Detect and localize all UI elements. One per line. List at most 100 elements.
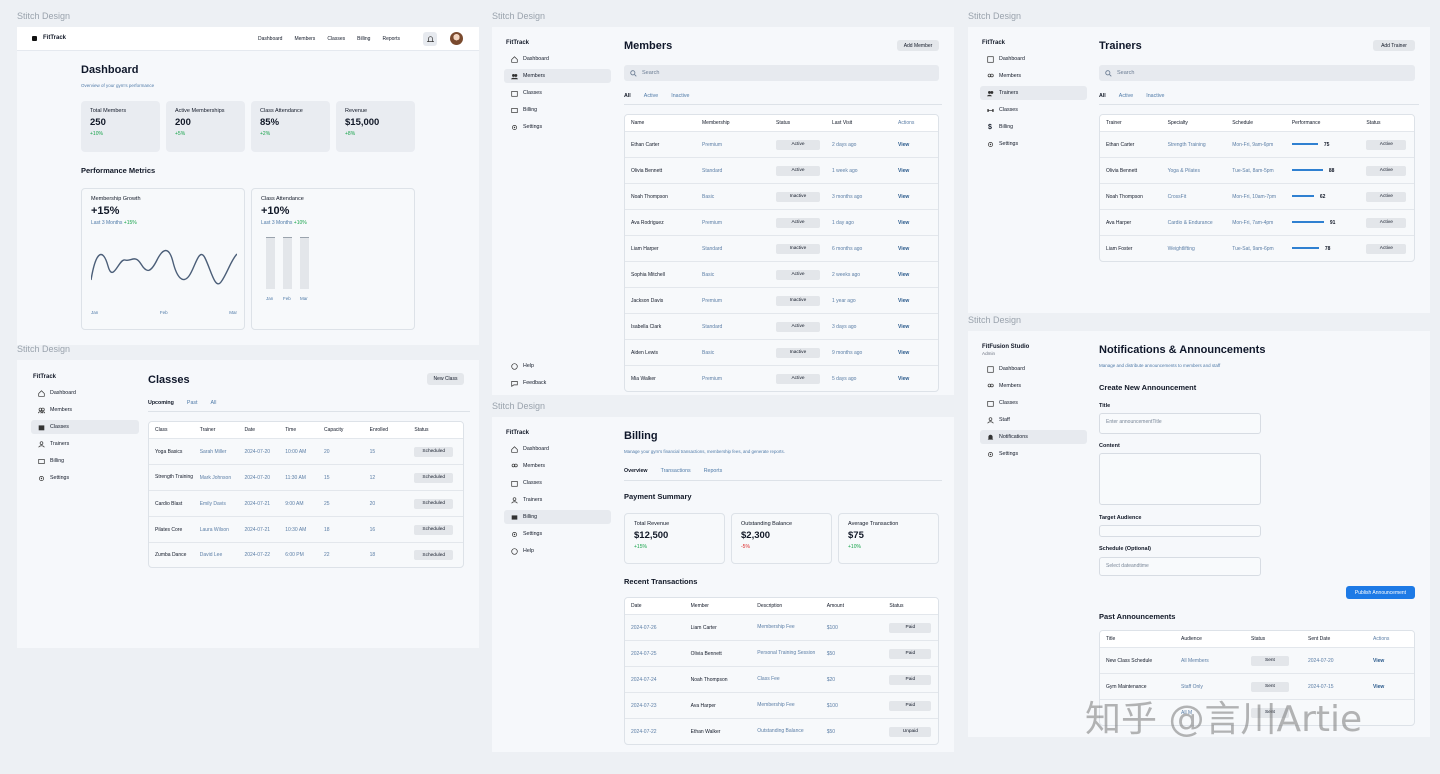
- view-link[interactable]: View: [892, 350, 937, 356]
- table-row[interactable]: Olivia Bennett Yoga & Pilates Tue-Sat, 8am…: [1100, 157, 1414, 183]
- view-link[interactable]: View: [892, 194, 937, 200]
- performance-bar: [1291, 143, 1318, 146]
- nav-billing[interactable]: Billing: [357, 36, 370, 42]
- view-link[interactable]: View: [892, 376, 937, 382]
- sidebar-item-trainers[interactable]: Trainers: [31, 437, 139, 451]
- nav-dashboard[interactable]: Dashboard: [258, 36, 282, 42]
- tab-inactive[interactable]: Inactive: [1146, 93, 1164, 99]
- view-link[interactable]: View: [892, 168, 937, 174]
- table-row[interactable]: Olivia Bennett Standard Active 1 week ago Vi…: [625, 157, 938, 183]
- table-row[interactable]: Mia Walker Premium Active 5 days ago View: [625, 365, 938, 391]
- sidebar-item-classes[interactable]: Classes: [504, 86, 611, 100]
- tab-reports[interactable]: Reports: [704, 468, 723, 474]
- sidebar-item-billing[interactable]: $ Billing: [980, 120, 1087, 134]
- sidebar-item-help[interactable]: Help: [504, 544, 611, 558]
- sidebar-item-billing[interactable]: Billing: [31, 454, 139, 468]
- sidebar-item-classes[interactable]: Classes: [980, 103, 1087, 117]
- tab-all[interactable]: All: [624, 93, 631, 99]
- nav-members[interactable]: Members: [294, 36, 315, 42]
- table-row[interactable]: New Class Schedule All Members Sent 2024…: [1100, 647, 1414, 673]
- sidebar-item-settings[interactable]: Settings: [980, 447, 1087, 461]
- view-link[interactable]: View: [892, 324, 937, 330]
- tab-all[interactable]: All: [211, 400, 217, 406]
- sidebar-item-settings[interactable]: Settings: [980, 137, 1087, 151]
- table-row[interactable]: Noah Thompson CrossFit Mon-Fri, 10am-7pm 62…: [1100, 183, 1414, 209]
- title-input[interactable]: Enter announcementTitle: [1099, 413, 1261, 434]
- table-row[interactable]: Ava Harper Cardio & Endurance Mon-Fri, 7am…: [1100, 209, 1414, 235]
- search-input[interactable]: Search: [1099, 65, 1415, 81]
- table-row[interactable]: Ava Rodriguez Premium Active 1 day ago View: [625, 209, 938, 235]
- tab-transactions[interactable]: Transactions: [661, 468, 691, 474]
- new-class-button[interactable]: New Class: [427, 373, 464, 385]
- content-textarea[interactable]: [1099, 453, 1261, 505]
- sidebar-item-members[interactable]: Members: [504, 69, 611, 83]
- sidebar-item-feedback[interactable]: Feedback: [504, 376, 611, 390]
- table-row[interactable]: Cardio Blast Emily Davis 2024-07-21 9:00…: [149, 490, 463, 516]
- table-row[interactable]: Noah Thompson Basic Inactive 3 months ago Vi…: [625, 183, 938, 209]
- sidebar-item-dashboard[interactable]: Dashboard: [980, 362, 1087, 376]
- sidebar-item-notifications[interactable]: Notifications: [980, 430, 1087, 444]
- nav-classes[interactable]: Classes: [327, 36, 345, 42]
- table-row[interactable]: Strength Training Mark Johnson 2024-07-2…: [149, 464, 463, 490]
- add-member-button[interactable]: Add Member: [897, 40, 939, 51]
- sidebar-item-dashboard[interactable]: Dashboard: [504, 442, 611, 456]
- view-link[interactable]: View: [892, 272, 937, 278]
- bell-icon[interactable]: [423, 32, 437, 46]
- table-row[interactable]: Yoga Basics Sarah Miller 2024-07-20 10:0…: [149, 438, 463, 464]
- table-row[interactable]: 2024-07-24 Noah Thompson Class Fee $20 Paid: [625, 666, 938, 692]
- sidebar-item-members[interactable]: Members: [980, 379, 1087, 393]
- table-row[interactable]: Isabella Clark Standard Active 3 days ago Vi…: [625, 313, 938, 339]
- tab-overview[interactable]: Overview: [624, 468, 648, 474]
- tab-inactive[interactable]: Inactive: [671, 93, 689, 99]
- audience-select[interactable]: [1099, 525, 1261, 537]
- table-row[interactable]: 2024-07-25 Olivia Bennett Personal Trainin…: [625, 640, 938, 666]
- sidebar-item-settings[interactable]: Settings: [504, 120, 611, 134]
- table-row[interactable]: 2024-07-26 Liam Carter Membership Fee $100 P…: [625, 614, 938, 640]
- table-row[interactable]: Liam Harper Standard Inactive 6 months ago V…: [625, 235, 938, 261]
- view-link[interactable]: View: [1367, 658, 1412, 664]
- view-link[interactable]: View: [892, 298, 937, 304]
- sidebar-item-trainers[interactable]: Trainers: [504, 493, 611, 507]
- tab-active[interactable]: Active: [1119, 93, 1133, 99]
- publish-announcement-button[interactable]: Publish Announcement: [1346, 586, 1415, 599]
- avatar[interactable]: [450, 32, 463, 45]
- sidebar-item-settings[interactable]: Settings: [31, 471, 139, 485]
- schedule-input[interactable]: Select dateandtime: [1099, 557, 1261, 576]
- table-row[interactable]: Jackson Davis Premium Inactive 1 year ago Vi…: [625, 287, 938, 313]
- table-row[interactable]: Sophia Mitchell Basic Active 2 weeks ago Vie…: [625, 261, 938, 287]
- search-input[interactable]: Search: [624, 65, 939, 81]
- view-link[interactable]: View: [1367, 684, 1412, 690]
- table-row[interactable]: Pilates Core Laura Wilson 2024-07-21 10:…: [149, 516, 463, 542]
- sidebar-item-members[interactable]: Members: [980, 69, 1087, 83]
- nav-reports[interactable]: Reports: [382, 36, 400, 42]
- tab-all[interactable]: All: [1099, 93, 1106, 99]
- sidebar-item-dashboard[interactable]: Dashboard: [980, 52, 1087, 66]
- sidebar-item-settings[interactable]: Settings: [504, 527, 611, 541]
- table-row[interactable]: 2024-07-22 Ethan Walker Outstanding Balanc…: [625, 718, 938, 744]
- sidebar-item-members[interactable]: Members: [504, 459, 611, 473]
- table-row[interactable]: Ethan Carter Strength Training Mon-Fri, 9a…: [1100, 131, 1414, 157]
- sidebar-item-dashboard[interactable]: Dashboard: [31, 386, 139, 400]
- sidebar-item-billing[interactable]: Billing: [504, 103, 611, 117]
- table-row[interactable]: Ethan Carter Premium Active 2 days ago View: [625, 131, 938, 157]
- table-row[interactable]: Aiden Lewis Basic Inactive 9 months ago View: [625, 339, 938, 365]
- add-trainer-button[interactable]: Add Trainer: [1373, 40, 1415, 51]
- tab-past[interactable]: Past: [187, 400, 198, 406]
- sidebar-item-dashboard[interactable]: Dashboard: [504, 52, 611, 66]
- sidebar-item-classes[interactable]: Classes: [504, 476, 611, 490]
- view-link[interactable]: View: [892, 220, 937, 226]
- sidebar-item-trainers[interactable]: Trainers: [980, 86, 1087, 100]
- sidebar-item-billing[interactable]: Billing: [504, 510, 611, 524]
- table-row[interactable]: Zumba Dance David Lee 2024-07-22 6:00 PM…: [149, 542, 463, 567]
- sidebar-item-help[interactable]: Help: [504, 359, 611, 373]
- table-row[interactable]: 2024-07-23 Ava Harper Membership Fee $100 Pa…: [625, 692, 938, 718]
- view-link[interactable]: View: [892, 142, 937, 148]
- tab-active[interactable]: Active: [644, 93, 658, 99]
- view-link[interactable]: View: [892, 246, 937, 252]
- table-row[interactable]: Liam Foster Weightlifting Tue-Sat, 9am-6pm…: [1100, 235, 1414, 261]
- tab-upcoming[interactable]: Upcoming: [148, 400, 174, 406]
- sidebar-item-members[interactable]: Members: [31, 403, 139, 417]
- sidebar-item-staff[interactable]: Staff: [980, 413, 1087, 427]
- sidebar-item-classes[interactable]: Classes: [980, 396, 1087, 410]
- sidebar-item-classes[interactable]: Classes: [31, 420, 139, 434]
